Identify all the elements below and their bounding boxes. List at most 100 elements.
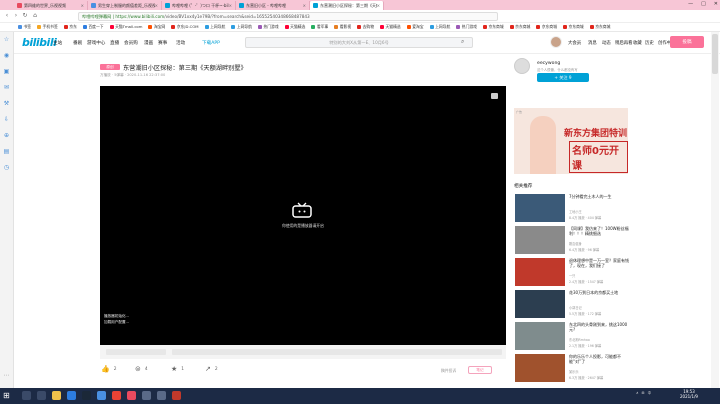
nav-link[interactable]: 活动 xyxy=(176,40,185,46)
related-title[interactable]: 【同课】我仿来了！100W粉丝福利！！！精挑细选 xyxy=(569,226,629,236)
note-icon[interactable]: ▤ xyxy=(3,148,10,155)
tab-close-icon[interactable]: × xyxy=(377,3,380,8)
related-title[interactable]: 7分钟看完土木人的一生 xyxy=(569,194,629,199)
bilibili-logo[interactable]: bilibili xyxy=(22,36,57,49)
nav-link[interactable]: 赛事 xyxy=(158,40,167,46)
bookmark-item[interactable]: 手机书签 xyxy=(37,24,58,30)
related-uploader[interactable]: 刚嘉健身 xyxy=(569,241,582,246)
header-link[interactable]: 消息 xyxy=(588,40,597,46)
close-button[interactable]: ✕ xyxy=(714,1,718,7)
home-icon[interactable]: ⌂ xyxy=(31,12,39,20)
maximize-button[interactable]: □ xyxy=(701,1,706,7)
bookmark-item[interactable]: 京东商城 xyxy=(589,24,610,30)
taskbar-chrome-icon[interactable] xyxy=(112,391,121,400)
bookmark-item[interactable]: 淘宝网 xyxy=(148,24,165,30)
related-thumbnail[interactable] xyxy=(515,322,565,350)
network-icon[interactable]: ⊞ xyxy=(642,391,645,396)
related-uploader[interactable]: 工地小王 xyxy=(569,209,582,214)
bookmark-item[interactable]: 看影视 xyxy=(334,24,351,30)
bookmark-item[interactable]: 上网导航 xyxy=(429,24,450,30)
header-link[interactable]: 动态 xyxy=(602,40,611,46)
danmaku-icon[interactable] xyxy=(491,93,498,99)
tab-close-icon[interactable]: × xyxy=(303,3,306,8)
bookmark-item[interactable]: 京东商城 xyxy=(563,24,584,30)
bookmark-item[interactable]: 百度一下 xyxy=(82,24,104,30)
bookmark-item[interactable]: 京东JD.COM xyxy=(171,24,199,30)
browser-tab[interactable]: 第四维的世界_乐视视频 × xyxy=(14,1,88,10)
user-avatar[interactable] xyxy=(550,36,562,48)
related-title[interactable]: 东北四的头骨刚到来，挑这1000元? xyxy=(569,322,629,332)
related-thumbnail[interactable] xyxy=(515,258,565,286)
upload-button[interactable]: 投稿 xyxy=(670,36,704,48)
related-thumbnail[interactable] xyxy=(515,290,565,318)
uploader-avatar[interactable] xyxy=(514,58,530,74)
taskbar-explorer-icon[interactable] xyxy=(52,391,61,400)
bookmark-item[interactable]: 天猫精选 xyxy=(284,24,305,30)
browser-tab[interactable]: 东营潮旧小区探秘：第三期《天额湖畔别墅》× xyxy=(310,1,384,10)
related-uploader[interactable]: 某乐乐 xyxy=(569,369,579,374)
search-input[interactable]: 特别的大刘X从第一E、10月6号 xyxy=(245,37,473,48)
danmaku-toggle[interactable] xyxy=(106,349,166,355)
related-title[interactable]: 你的乐乐个人投影，可能都不能“对”了 xyxy=(569,354,629,364)
favorite-button[interactable]: ★ 1 xyxy=(171,365,184,373)
coin-button[interactable]: ⊜ 4 xyxy=(135,365,148,373)
related-thumbnail[interactable] xyxy=(515,354,565,382)
related-title[interactable]: 花30万到日本的京都买土地 xyxy=(569,290,629,295)
url-input[interactable]: 哔哩哔哩弹幕网 | https://www.bilibili.com/video… xyxy=(78,12,498,21)
taskbar-netease-icon[interactable] xyxy=(172,391,181,400)
search-icon[interactable]: ⌕ xyxy=(461,38,464,46)
bookmark-item[interactable]: 看军事 xyxy=(311,24,328,30)
history-icon[interactable]: ◷ xyxy=(3,164,10,171)
more-icon[interactable]: ⋯ xyxy=(3,372,10,379)
bookmark-item[interactable]: 热门游戏 xyxy=(257,24,279,30)
nav-link[interactable]: 直播 xyxy=(110,40,119,46)
taskbar-edge-icon[interactable] xyxy=(67,391,76,400)
danmaku-input[interactable] xyxy=(172,349,502,355)
bookmark-item[interactable]: 热门游戏 xyxy=(456,24,477,30)
header-link[interactable]: 历史 xyxy=(645,40,654,46)
notes-button[interactable]: 笔记 xyxy=(468,366,492,374)
header-link[interactable]: 稍后再看 xyxy=(615,40,633,46)
report-link[interactable]: 稿件投诉 xyxy=(441,368,456,374)
bookmark-item[interactable]: 上网导航 xyxy=(204,24,225,30)
nav-link[interactable]: 下载APP xyxy=(202,40,220,46)
share-button[interactable]: ↗ 2 xyxy=(205,365,218,373)
weibo-icon[interactable]: ◉ xyxy=(3,52,10,59)
taskbar-files-icon[interactable] xyxy=(142,391,151,400)
bookmark-item[interactable]: 京东商城 xyxy=(482,24,504,30)
browser-tab[interactable]: 东营旧小区 - 哔哩哔哩 × xyxy=(236,1,310,10)
browser-tab[interactable]: 男生穿上制服的颜值差距_乐视视频 × xyxy=(88,1,162,10)
bookmark-item[interactable]: 天猫精选 xyxy=(380,24,401,30)
related-uploader[interactable]: 小郭日记 xyxy=(569,305,582,310)
windows-start-icon[interactable]: ⊞ xyxy=(3,391,13,401)
header-link[interactable]: 大会员 xyxy=(568,40,581,46)
minimize-button[interactable]: — xyxy=(688,1,693,7)
taskbar-steam-icon[interactable] xyxy=(82,391,91,400)
taskbar-search-icon[interactable] xyxy=(22,391,31,400)
forward-icon[interactable]: › xyxy=(12,12,20,20)
nav-link[interactable]: 漫画 xyxy=(144,40,153,46)
nav-link[interactable]: 番剧 xyxy=(73,40,82,46)
game-icon[interactable]: ▣ xyxy=(3,68,10,75)
follow-button[interactable]: + 关注 9 xyxy=(537,73,589,82)
nav-link[interactable]: 主站 xyxy=(53,40,62,46)
tab-close-icon[interactable]: × xyxy=(229,3,232,8)
like-button[interactable]: 👍 2 xyxy=(101,365,117,373)
bookmark-item[interactable]: 书签 xyxy=(18,24,31,30)
related-title[interactable]: 退休理想中是一万一室？家庭有钱了，现在，我们接了 xyxy=(569,258,629,268)
page-scrollbar[interactable] xyxy=(711,32,719,388)
bookmark-item[interactable]: 爱淘宝 xyxy=(406,24,424,30)
taskbar-app-icon[interactable] xyxy=(157,391,166,400)
bookmark-item[interactable]: 去购物 xyxy=(357,24,374,30)
browser-tab[interactable]: 哔哩哔哩 (゜-゜)つロ 干杯~-bilibili× xyxy=(162,1,236,10)
tray-expand-icon[interactable]: ∧ xyxy=(636,391,639,396)
nav-link[interactable]: 游戏中心 xyxy=(87,40,105,46)
related-thumbnail[interactable] xyxy=(515,226,565,254)
bookmark-item[interactable]: 上网导航 xyxy=(231,24,252,30)
taskbar-clock[interactable]: 19:53 2021/1/9 xyxy=(680,389,698,399)
ad-banner[interactable]: 广告 新东方集团特训 名师0元开课 xyxy=(514,108,628,174)
related-uploader[interactable]: 东北狗Rmhao xyxy=(569,337,590,342)
related-uploader[interactable]: 一只 xyxy=(569,273,575,278)
tool-icon[interactable]: ⚒ xyxy=(3,100,10,107)
bookmark-item[interactable]: 京东商城 xyxy=(536,24,557,30)
